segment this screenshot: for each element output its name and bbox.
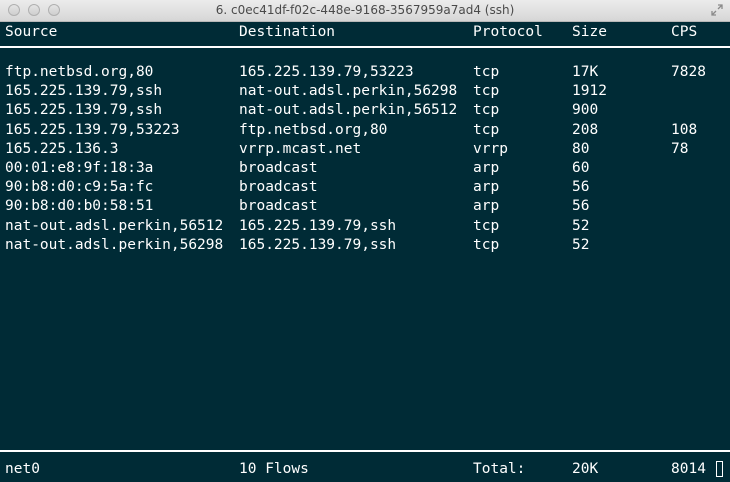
flow-size: 80 xyxy=(572,140,590,157)
flow-source: nat-out.adsl.perkin,56298 xyxy=(5,236,224,253)
total-label: Total: xyxy=(473,461,526,477)
table-row: nat-out.adsl.perkin,56298 165.225.139.79,… xyxy=(0,236,730,255)
flow-destination: nat-out.adsl.perkin,56298 xyxy=(239,83,458,100)
flow-protocol: tcp xyxy=(473,64,500,80)
flow-protocol: tcp xyxy=(473,121,500,138)
flow-source: 90:b8:d0:c9:5a:fc xyxy=(5,179,154,196)
title-bar[interactable]: 6. c0ec41df-f02c-448e-9168-3567959a7ad4 … xyxy=(0,0,730,22)
table-row: 165.225.136.3 vrrp.mcast.net vrrp 80 78 xyxy=(0,140,730,159)
header-cps: CPS xyxy=(671,24,698,40)
flow-source: 165.225.139.79,53223 xyxy=(5,121,180,138)
flow-protocol: tcp xyxy=(473,102,500,119)
header-source: Source xyxy=(5,24,58,40)
flow-count: 10 Flows xyxy=(239,461,309,477)
flow-cps: 7828 xyxy=(671,64,706,80)
flow-size: 52 xyxy=(572,236,590,253)
table-row: nat-out.adsl.perkin,56512 165.225.139.79,… xyxy=(0,217,730,236)
table-row: 90:b8:d0:b0:58:51 broadcast arp 56 xyxy=(0,197,730,216)
table-row: 90:b8:d0:c9:5a:fc broadcast arp 56 xyxy=(0,178,730,197)
flow-size: 56 xyxy=(572,198,590,215)
flow-destination: broadcast xyxy=(239,160,318,176)
fullscreen-icon[interactable] xyxy=(710,3,724,17)
flow-destination: 165.225.139.79,ssh xyxy=(239,217,397,234)
flow-destination: 165.225.139.79,ssh xyxy=(239,236,397,253)
table-row: ftp.netbsd.org,80 165.225.139.79,53223 tcp… xyxy=(0,63,730,82)
table-row: 165.225.139.79,53223 ftp.netbsd.org,80 tcp… xyxy=(0,121,730,140)
flow-protocol: tcp xyxy=(473,83,500,100)
flow-destination: vrrp.mcast.net xyxy=(239,140,362,157)
flow-source: 165.225.139.79,ssh xyxy=(5,102,163,119)
flow-size: 208 xyxy=(572,121,599,138)
interface-name: net0 xyxy=(5,461,40,477)
flow-size: 60 xyxy=(572,160,590,176)
terminal-window: 6. c0ec41df-f02c-448e-9168-3567959a7ad4 … xyxy=(0,0,730,482)
flow-cps: 108 xyxy=(671,121,698,138)
header-protocol: Protocol xyxy=(473,24,543,40)
header-divider xyxy=(0,46,730,48)
flow-destination: broadcast xyxy=(239,179,318,196)
total-size: 20K xyxy=(572,461,599,477)
flow-cps: 78 xyxy=(671,140,689,157)
flow-size: 1912 xyxy=(572,83,607,100)
flow-protocol: tcp xyxy=(473,217,500,234)
table-row: 165.225.139.79,ssh nat-out.adsl.perkin,56… xyxy=(0,101,730,120)
flow-size: 17K xyxy=(572,64,599,80)
total-cps: 8014 xyxy=(671,461,706,477)
flow-destination: 165.225.139.79,53223 xyxy=(239,64,414,80)
flow-source: 165.225.139.79,ssh xyxy=(5,83,163,100)
flow-destination: broadcast xyxy=(239,198,318,215)
flow-source: nat-out.adsl.perkin,56512 xyxy=(5,217,224,234)
flow-protocol: arp xyxy=(473,179,500,196)
flow-destination: ftp.netbsd.org,80 xyxy=(239,121,388,138)
flow-size: 52 xyxy=(572,217,590,234)
footer-divider xyxy=(0,450,730,452)
flow-source: 165.225.136.3 xyxy=(5,140,119,157)
table-row: 165.225.139.79,ssh nat-out.adsl.perkin,56… xyxy=(0,82,730,101)
flow-protocol: vrrp xyxy=(473,140,508,157)
flow-size: 56 xyxy=(572,179,590,196)
flow-protocol: tcp xyxy=(473,236,500,253)
flow-source: ftp.netbsd.org,80 xyxy=(5,64,154,80)
window-title: 6. c0ec41df-f02c-448e-9168-3567959a7ad4 … xyxy=(215,3,515,17)
status-footer: net0 10 Flows Total: 20K 8014 xyxy=(0,460,730,479)
flow-destination: nat-out.adsl.perkin,56512 xyxy=(239,102,458,119)
flow-source: 90:b8:d0:b0:58:51 xyxy=(5,198,154,215)
terminal-content[interactable]: Source Destination Protocol Size CPS ftp… xyxy=(0,22,730,482)
header-destination: Destination xyxy=(239,24,336,40)
flow-protocol: arp xyxy=(473,198,500,215)
table-row: 00:01:e8:9f:18:3a broadcast arp 60 xyxy=(0,159,730,178)
column-header-row: Source Destination Protocol Size CPS xyxy=(0,23,730,42)
terminal-cursor xyxy=(716,461,723,477)
flow-size: 900 xyxy=(572,102,599,119)
flow-protocol: arp xyxy=(473,160,500,176)
header-size: Size xyxy=(572,24,607,40)
flow-source: 00:01:e8:9f:18:3a xyxy=(5,160,154,176)
